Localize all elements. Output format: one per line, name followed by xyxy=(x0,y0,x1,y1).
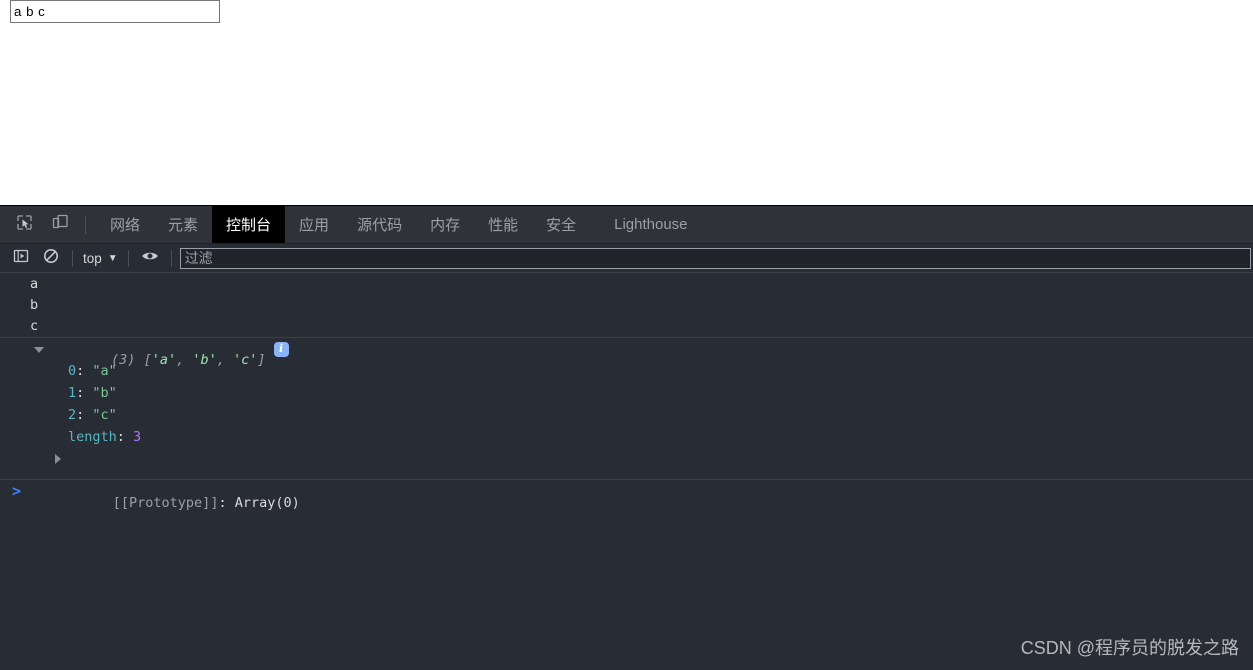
array-prototype-row[interactable]: [[Prototype]]: Array(0) xyxy=(0,448,1253,511)
tab-security[interactable]: 安全 xyxy=(532,206,590,243)
tab-performance[interactable]: 性能 xyxy=(474,206,532,243)
collapse-triangle-icon[interactable] xyxy=(55,454,61,464)
console-filter-input[interactable] xyxy=(179,247,1251,269)
toolbar-divider xyxy=(170,249,172,267)
tab-network[interactable]: 网络 xyxy=(96,206,154,243)
info-icon[interactable]: i xyxy=(273,341,289,357)
console-filter-toolbar: top ▼ xyxy=(0,244,1253,273)
tab-elements[interactable]: 元素 xyxy=(154,206,212,243)
property-value: 3 xyxy=(133,429,142,445)
device-toolbar-button[interactable] xyxy=(45,206,75,243)
expand-triangle-icon[interactable] xyxy=(34,347,44,353)
devtools-panel: 网络 元素 控制台 应用 源代码 内存 性能 安全 Lighthouse top… xyxy=(0,205,1253,670)
array-length-row[interactable]: length: 3 xyxy=(0,426,1253,448)
console-array-entry[interactable]: (3) ['a', 'b', 'c'] i xyxy=(0,338,1253,368)
tab-application[interactable]: 应用 xyxy=(285,206,343,243)
live-expression-button[interactable] xyxy=(137,246,163,270)
console-output: a b c (3) ['a', 'b', 'c'] i 0: "a" 1: "b… xyxy=(0,274,1253,670)
toolbar-divider xyxy=(72,249,73,267)
array-property-row[interactable]: 1: "b" xyxy=(0,382,1253,404)
page-text-input[interactable] xyxy=(10,0,220,23)
watermark-text: CSDN @程序员的脱发之路 xyxy=(1020,638,1239,658)
console-log-line[interactable]: b xyxy=(0,295,1253,316)
execute-sidebar-icon xyxy=(13,248,29,269)
chevron-down-icon: ▼ xyxy=(107,252,118,264)
property-key: 2 xyxy=(68,407,77,423)
prompt-chevron-icon: > xyxy=(12,481,22,500)
property-key: 0 xyxy=(68,363,77,379)
tab-sources[interactable]: 源代码 xyxy=(343,206,416,243)
console-sidebar-button[interactable] xyxy=(8,246,34,270)
property-value: "b" xyxy=(92,385,117,401)
property-value: "a" xyxy=(92,363,117,379)
property-key: 1 xyxy=(68,385,77,401)
execution-context-selector[interactable]: top ▼ xyxy=(81,251,120,266)
inspect-cursor-icon xyxy=(16,214,33,236)
property-key: length xyxy=(68,429,117,445)
console-prompt-input[interactable] xyxy=(29,481,1253,500)
inspect-element-button[interactable] xyxy=(9,206,39,243)
console-prompt-row[interactable]: > xyxy=(0,479,1253,501)
console-log-line[interactable]: a xyxy=(0,274,1253,295)
clear-console-icon xyxy=(43,248,59,269)
live-expression-eye-icon xyxy=(141,249,159,268)
tab-console[interactable]: 控制台 xyxy=(212,206,286,243)
execution-context-label: top xyxy=(83,250,102,266)
toolbar-divider xyxy=(85,215,86,234)
clear-console-button[interactable] xyxy=(38,246,64,270)
web-page-viewport xyxy=(0,0,1253,205)
devtools-tabbar: 网络 元素 控制台 应用 源代码 内存 性能 安全 Lighthouse xyxy=(0,206,1253,244)
array-property-row[interactable]: 0: "a" xyxy=(0,360,1253,382)
tab-memory[interactable]: 内存 xyxy=(416,206,474,243)
toolbar-divider xyxy=(127,249,129,267)
array-property-row[interactable]: 2: "c" xyxy=(0,404,1253,426)
tab-lighthouse[interactable]: Lighthouse xyxy=(600,206,701,243)
device-toolbar-icon xyxy=(51,213,69,236)
property-value: "c" xyxy=(92,407,117,423)
